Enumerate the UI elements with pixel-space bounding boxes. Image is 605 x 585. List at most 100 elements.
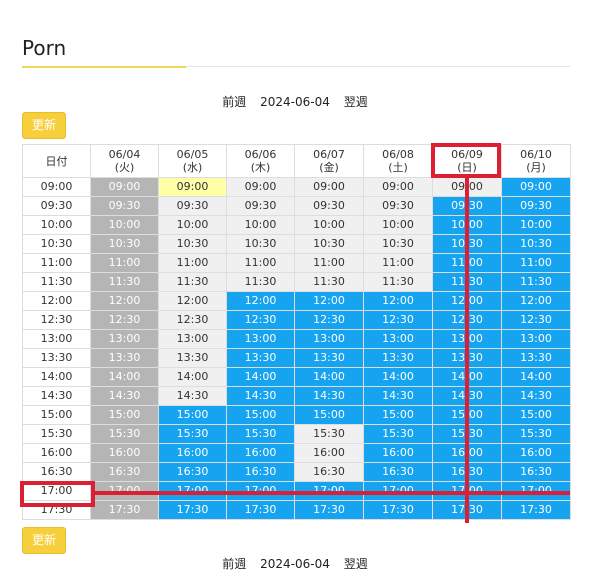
slot-cell-available[interactable]: 13:30 (158, 348, 227, 368)
slot-cell-available[interactable]: 11:30 (294, 272, 364, 292)
slot-cell-booked[interactable]: 14:30 (432, 386, 502, 406)
slot-cell-booked[interactable]: 16:30 (432, 462, 502, 482)
slot-cell-available[interactable]: 09:30 (294, 196, 364, 216)
slot-cell-available[interactable]: 10:30 (294, 234, 364, 254)
slot-cell-booked[interactable]: 15:30 (226, 424, 295, 444)
slot-cell-booked[interactable]: 10:30 (432, 234, 502, 254)
slot-cell-available[interactable]: 11:00 (294, 253, 364, 273)
slot-cell-booked[interactable]: 09:00 (501, 177, 571, 197)
slot-cell-available[interactable]: 09:00 (294, 177, 364, 197)
slot-cell-booked[interactable]: 16:30 (158, 462, 227, 482)
slot-cell-past[interactable]: 17:30 (90, 500, 159, 520)
slot-cell-past[interactable]: 14:30 (90, 386, 159, 406)
slot-cell-booked[interactable]: 16:00 (363, 443, 433, 463)
slot-cell-past[interactable]: 17:00 (90, 481, 159, 501)
slot-cell-selected[interactable]: 09:00 (158, 177, 227, 197)
slot-cell-booked[interactable]: 15:30 (432, 424, 502, 444)
slot-cell-booked[interactable]: 13:30 (226, 348, 295, 368)
slot-cell-booked[interactable]: 14:00 (363, 367, 433, 387)
slot-cell-booked[interactable]: 16:00 (501, 443, 571, 463)
slot-cell-booked[interactable]: 15:00 (363, 405, 433, 425)
slot-cell-booked[interactable]: 17:00 (158, 481, 227, 501)
slot-cell-available[interactable]: 10:30 (363, 234, 433, 254)
slot-cell-booked[interactable]: 16:00 (432, 443, 502, 463)
slot-cell-available[interactable]: 10:00 (158, 215, 227, 235)
slot-cell-booked[interactable]: 17:00 (226, 481, 295, 501)
slot-cell-past[interactable]: 11:30 (90, 272, 159, 292)
slot-cell-past[interactable]: 12:30 (90, 310, 159, 330)
slot-cell-available[interactable]: 16:00 (294, 443, 364, 463)
slot-cell-booked[interactable]: 14:00 (501, 367, 571, 387)
slot-cell-booked[interactable]: 12:30 (501, 310, 571, 330)
slot-cell-booked[interactable]: 13:00 (226, 329, 295, 349)
slot-cell-booked[interactable]: 17:00 (432, 481, 502, 501)
slot-cell-past[interactable]: 14:00 (90, 367, 159, 387)
slot-cell-booked[interactable]: 14:00 (432, 367, 502, 387)
slot-cell-past[interactable]: 13:30 (90, 348, 159, 368)
slot-cell-booked[interactable]: 14:30 (501, 386, 571, 406)
slot-cell-booked[interactable]: 16:00 (226, 443, 295, 463)
slot-cell-booked[interactable]: 17:30 (226, 500, 295, 520)
slot-cell-booked[interactable]: 10:00 (501, 215, 571, 235)
slot-cell-booked[interactable]: 12:30 (432, 310, 502, 330)
slot-cell-available[interactable]: 12:00 (158, 291, 227, 311)
slot-cell-booked[interactable]: 14:30 (363, 386, 433, 406)
slot-cell-past[interactable]: 12:00 (90, 291, 159, 311)
slot-cell-booked[interactable]: 09:30 (501, 196, 571, 216)
slot-cell-booked[interactable]: 12:00 (294, 291, 364, 311)
slot-cell-available[interactable]: 11:00 (226, 253, 295, 273)
slot-cell-booked[interactable]: 12:00 (226, 291, 295, 311)
slot-cell-booked[interactable]: 15:00 (294, 405, 364, 425)
slot-cell-booked[interactable]: 15:00 (501, 405, 571, 425)
slot-cell-booked[interactable]: 10:30 (501, 234, 571, 254)
slot-cell-booked[interactable]: 10:00 (432, 215, 502, 235)
slot-cell-booked[interactable]: 11:30 (432, 272, 502, 292)
slot-cell-booked[interactable]: 17:00 (501, 481, 571, 501)
slot-cell-booked[interactable]: 12:30 (226, 310, 295, 330)
next-week-link[interactable]: 翌週 (344, 556, 368, 572)
refresh-button-bottom[interactable]: 更新 (22, 527, 66, 554)
slot-cell-available[interactable]: 16:30 (294, 462, 364, 482)
slot-cell-booked[interactable]: 17:30 (501, 500, 571, 520)
slot-cell-past[interactable]: 09:00 (90, 177, 159, 197)
slot-cell-booked[interactable]: 13:30 (294, 348, 364, 368)
slot-cell-past[interactable]: 13:00 (90, 329, 159, 349)
slot-cell-available[interactable]: 15:30 (294, 424, 364, 444)
slot-cell-booked[interactable]: 12:00 (432, 291, 502, 311)
slot-cell-booked[interactable]: 16:00 (158, 443, 227, 463)
slot-cell-booked[interactable]: 15:30 (158, 424, 227, 444)
slot-cell-past[interactable]: 16:30 (90, 462, 159, 482)
slot-cell-booked[interactable]: 13:00 (363, 329, 433, 349)
slot-cell-available[interactable]: 10:30 (158, 234, 227, 254)
slot-cell-past[interactable]: 11:00 (90, 253, 159, 273)
slot-cell-booked[interactable]: 17:30 (363, 500, 433, 520)
slot-cell-booked[interactable]: 16:30 (501, 462, 571, 482)
slot-cell-booked[interactable]: 14:00 (294, 367, 364, 387)
slot-cell-available[interactable]: 09:30 (226, 196, 295, 216)
slot-cell-booked[interactable]: 15:00 (158, 405, 227, 425)
slot-cell-available[interactable]: 09:30 (363, 196, 433, 216)
slot-cell-available[interactable]: 14:00 (158, 367, 227, 387)
slot-cell-available[interactable]: 10:00 (226, 215, 295, 235)
slot-cell-booked[interactable]: 17:00 (363, 481, 433, 501)
slot-cell-booked[interactable]: 17:30 (432, 500, 502, 520)
slot-cell-past[interactable]: 10:00 (90, 215, 159, 235)
slot-cell-booked[interactable]: 15:30 (501, 424, 571, 444)
slot-cell-booked[interactable]: 16:30 (226, 462, 295, 482)
prev-week-link[interactable]: 前週 (222, 556, 246, 572)
prev-week-link[interactable]: 前週 (222, 94, 246, 110)
slot-cell-booked[interactable]: 11:00 (501, 253, 571, 273)
slot-cell-booked[interactable]: 14:00 (226, 367, 295, 387)
slot-cell-available[interactable]: 11:00 (363, 253, 433, 273)
slot-cell-available[interactable]: 11:30 (363, 272, 433, 292)
slot-cell-booked[interactable]: 12:30 (363, 310, 433, 330)
slot-cell-available[interactable]: 09:00 (363, 177, 433, 197)
slot-cell-past[interactable]: 15:30 (90, 424, 159, 444)
slot-cell-booked[interactable]: 17:30 (158, 500, 227, 520)
slot-cell-available[interactable]: 10:00 (363, 215, 433, 235)
slot-cell-available[interactable]: 10:30 (226, 234, 295, 254)
slot-cell-past[interactable]: 09:30 (90, 196, 159, 216)
refresh-button-top[interactable]: 更新 (22, 112, 66, 139)
slot-cell-booked[interactable]: 13:00 (294, 329, 364, 349)
slot-cell-available[interactable]: 12:30 (158, 310, 227, 330)
